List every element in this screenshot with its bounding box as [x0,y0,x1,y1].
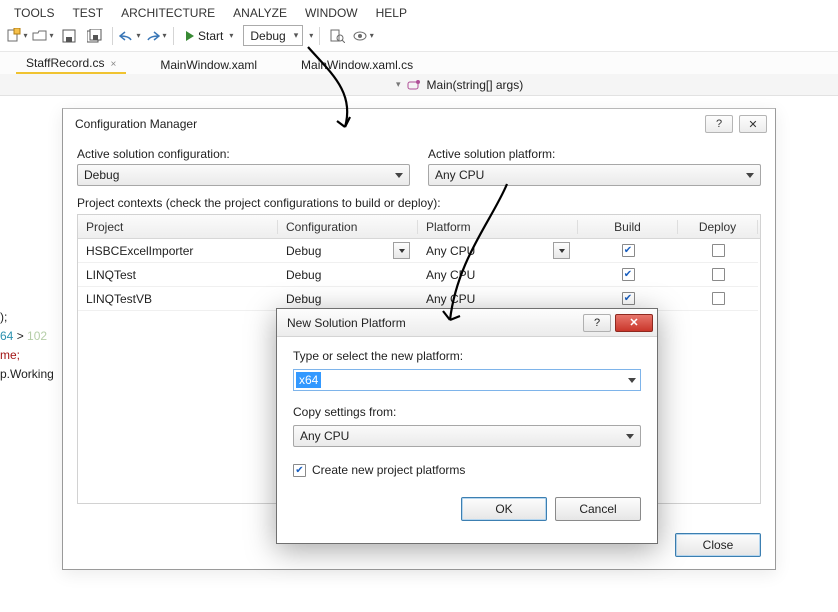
cell-deploy[interactable] [678,287,758,311]
open-icon[interactable]: ▾ [32,25,54,47]
col-build[interactable]: Build [578,220,678,234]
save-all-icon[interactable] [84,25,106,47]
checkbox-icon [622,244,635,257]
member-selector[interactable]: ▾ Main(string[] args) [0,74,838,96]
menu-window[interactable]: WINDOW [305,6,358,20]
new-item-icon[interactable]: ▾ [6,25,28,47]
active-config-select[interactable]: Debug [77,164,410,186]
chevron-down-icon [628,378,636,383]
help-button[interactable]: ? [705,115,733,133]
active-platform-value: Any CPU [435,168,484,182]
chevron-down-icon[interactable] [393,242,410,259]
col-platform[interactable]: Platform [418,220,578,234]
play-icon [186,31,194,41]
menu-analyze[interactable]: ANALYZE [233,6,287,20]
solution-platform-caret[interactable]: ▾ [309,31,313,40]
member-name: Main(string[] args) [427,78,524,92]
cell-build[interactable] [578,239,678,263]
chevron-down-icon [746,173,754,178]
undo-icon[interactable]: ▾ [119,25,141,47]
chevron-down-icon: ▾ [396,79,401,90]
dialog-title: New Solution Platform [287,316,406,330]
tab-label: MainWindow.xaml [160,58,257,72]
cell-config[interactable]: Debug [278,239,418,263]
method-icon [407,79,421,91]
cell-deploy[interactable] [678,263,758,287]
save-icon[interactable] [58,25,80,47]
start-debug-button[interactable]: Start ▾ [180,25,239,47]
col-deploy[interactable]: Deploy [678,220,758,234]
cell-deploy[interactable] [678,239,758,263]
code-editor-peek: ); 64 > 102 me; p.Working [0,290,64,384]
platform-combo[interactable]: x64 [293,369,641,391]
view-icon[interactable]: ▾ [352,25,374,47]
chevron-down-icon[interactable] [553,242,570,259]
create-project-platforms-checkbox[interactable]: Create new project platforms [293,463,641,477]
checkbox-icon [293,464,306,477]
checkbox-icon [712,292,725,305]
close-button[interactable]: ✕ [739,115,767,133]
close-button[interactable]: ✕ [615,314,653,332]
menu-test[interactable]: TEST [72,6,103,20]
cell-project: HSBCExcelImporter [78,239,278,263]
table-row: LINQTestDebugAny CPU [78,263,760,287]
toolbar: ▾ ▾ ▾ ▾ Start ▾ Debug ▾ ▾ ▾ [0,24,838,52]
tab-label: MainWindow.xaml.cs [301,58,413,72]
table-row: HSBCExcelImporterDebugAny CPU [78,239,760,263]
cell-project: LINQTest [78,263,278,287]
help-button[interactable]: ? [583,314,611,332]
cell-project: LINQTestVB [78,287,278,311]
copy-from-value: Any CPU [300,429,349,443]
col-config[interactable]: Configuration [278,220,418,234]
dialog-title: Configuration Manager [75,117,197,131]
tab-staffrecord[interactable]: StaffRecord.cs × [16,54,126,74]
new-solution-platform-dialog: New Solution Platform ? ✕ Type or select… [276,308,658,544]
menu-help[interactable]: HELP [376,6,407,20]
solution-config-combo[interactable]: Debug ▾ [243,25,303,46]
cancel-button[interactable]: Cancel [555,497,641,521]
cell-build[interactable] [578,263,678,287]
menu-tools[interactable]: TOOLS [14,6,54,20]
chevron-down-icon [626,434,634,439]
redo-icon[interactable]: ▾ [145,25,167,47]
checkbox-icon [712,244,725,257]
active-platform-label: Active solution platform: [428,147,761,161]
copy-from-select[interactable]: Any CPU [293,425,641,447]
grid-header: Project Configuration Platform Build Dep… [78,215,760,239]
cell-platform[interactable]: Any CPU [418,239,578,263]
active-config-label: Active solution configuration: [77,147,410,161]
active-config-value: Debug [84,168,119,182]
chevron-down-icon [395,173,403,178]
col-project[interactable]: Project [78,220,278,234]
checkbox-icon [622,292,635,305]
close-icon[interactable]: × [110,59,116,70]
find-in-files-icon[interactable] [326,25,348,47]
checkbox-icon [622,268,635,281]
ok-button[interactable]: OK [461,497,547,521]
type-platform-label: Type or select the new platform: [293,349,641,363]
active-platform-select[interactable]: Any CPU [428,164,761,186]
tab-mainwindow-cs[interactable]: MainWindow.xaml.cs [291,56,423,74]
editor-tabstrip: StaffRecord.cs × MainWindow.xaml MainWind… [0,52,838,74]
checkbox-icon [712,268,725,281]
checkbox-label: Create new project platforms [312,463,465,477]
project-contexts-label: Project contexts (check the project conf… [77,196,761,210]
start-label: Start [198,29,223,43]
cell-platform[interactable]: Any CPU [418,263,578,287]
menu-architecture[interactable]: ARCHITECTURE [121,6,215,20]
platform-value: x64 [296,372,321,388]
tab-label: StaffRecord.cs [26,56,104,70]
close-dialog-button[interactable]: Close [675,533,761,557]
solution-config-value: Debug [250,29,285,43]
menu-bar: TOOLS TEST ARCHITECTURE ANALYZE WINDOW H… [0,0,838,24]
copy-from-label: Copy settings from: [293,405,641,419]
cell-config[interactable]: Debug [278,263,418,287]
tab-mainwindow-xaml[interactable]: MainWindow.xaml [150,56,267,74]
